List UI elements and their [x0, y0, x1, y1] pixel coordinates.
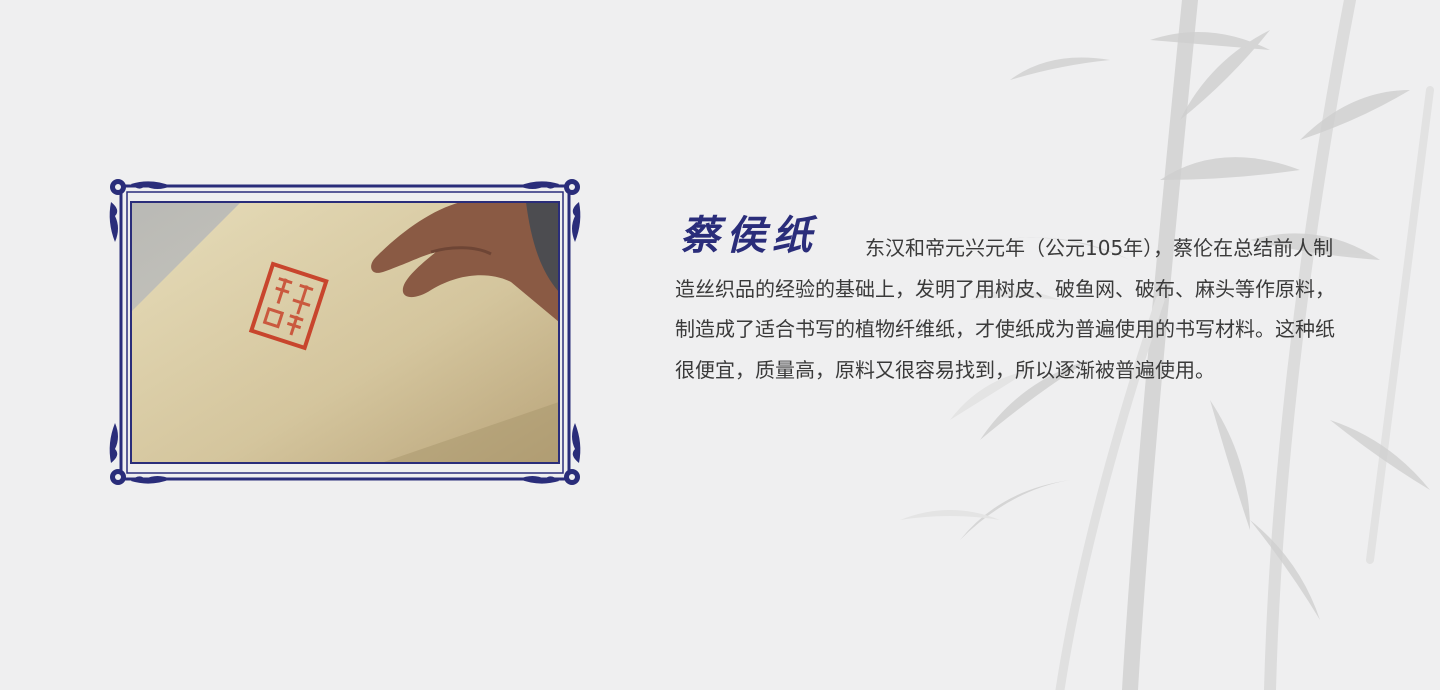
description-paragraph: 东汉和帝元兴元年（公元105年），蔡伦在总结前人制造丝织品的经验的基础上，发明了… [675, 236, 1335, 382]
framed-photo [107, 178, 583, 487]
ornamental-frame [109, 179, 581, 485]
